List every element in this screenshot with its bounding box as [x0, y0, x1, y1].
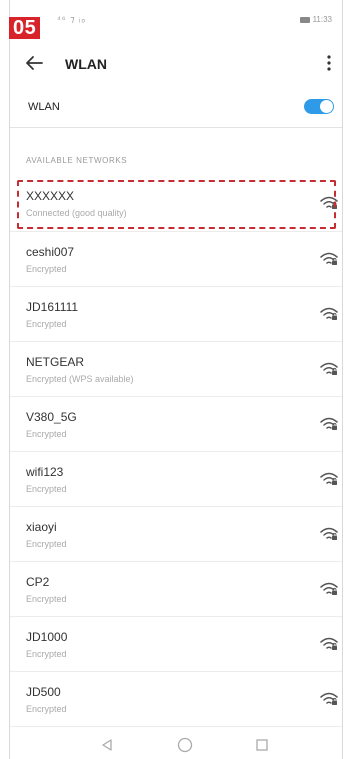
network-name: NETGEAR [26, 355, 85, 369]
network-name: wifi123 [26, 465, 64, 479]
wifi-lock-icon [320, 692, 338, 705]
back-arrow-icon[interactable] [22, 51, 46, 75]
network-item[interactable]: ceshi007 Encrypted [10, 232, 342, 287]
wifi-lock-icon [320, 196, 338, 209]
nav-home-icon[interactable] [176, 736, 194, 754]
network-status: Encrypted [26, 484, 67, 494]
wlan-label: WLAN [28, 101, 60, 113]
app-bar: WLAN [10, 48, 342, 78]
signal-indicators: ⁴⁶ ⁊ ᵢₒ [57, 14, 86, 24]
network-item[interactable]: xiaoyi Encrypted [10, 507, 342, 562]
network-item[interactable]: JD1000 Encrypted [10, 617, 342, 672]
network-name: XXXXXX [26, 189, 75, 203]
network-name: JD500 [26, 685, 61, 699]
network-name: JD161111 [26, 300, 79, 314]
wifi-lock-icon [320, 252, 338, 265]
toggle-knob [320, 100, 333, 113]
network-name: CP2 [26, 575, 50, 589]
wlan-toggle[interactable] [304, 99, 334, 114]
network-name: JD1000 [26, 630, 68, 644]
network-status: Encrypted [26, 594, 67, 604]
network-item[interactable]: wifi123 Encrypted [10, 452, 342, 507]
network-item[interactable]: XXXXXX Connected (good quality) [10, 176, 342, 232]
navigation-bar [10, 728, 342, 759]
wifi-lock-icon [320, 527, 338, 540]
status-right: 11:33 [299, 15, 332, 24]
section-title: AVAILABLE NETWORKS [26, 156, 128, 165]
clock: 11:33 [312, 15, 332, 24]
network-status: Encrypted [26, 264, 67, 274]
wifi-lock-icon [320, 307, 338, 320]
network-item[interactable]: JD161111 Encrypted [10, 287, 342, 342]
network-status: Encrypted [26, 319, 67, 329]
network-name: ceshi007 [26, 245, 75, 259]
nav-recent-icon[interactable] [255, 738, 269, 752]
wlan-toggle-row[interactable]: WLAN [10, 92, 342, 128]
wifi-lock-icon [320, 417, 338, 430]
network-item[interactable]: V380_5G Encrypted [10, 397, 342, 452]
more-vert-icon[interactable] [322, 50, 336, 76]
network-item[interactable]: JD500 Encrypted [10, 672, 342, 727]
battery-icon [299, 16, 310, 23]
status-bar: ⁴⁶ ⁊ ᵢₒ 11:33 [10, 10, 342, 32]
network-status: Connected (good quality) [26, 208, 127, 218]
wifi-lock-icon [320, 637, 338, 650]
wifi-lock-icon [320, 362, 338, 375]
wifi-lock-icon [320, 472, 338, 485]
network-name: V380_5G [26, 410, 77, 424]
network-item[interactable]: CP2 Encrypted [10, 562, 342, 617]
network-status: Encrypted [26, 704, 67, 714]
wifi-lock-icon [320, 582, 338, 595]
network-status: Encrypted (WPS available) [26, 374, 134, 384]
nav-back-icon[interactable] [100, 738, 114, 752]
network-status: Encrypted [26, 429, 67, 439]
network-status: Encrypted [26, 539, 67, 549]
network-list: XXXXXX Connected (good quality) ceshi007 En… [10, 176, 342, 727]
page-title: WLAN [65, 56, 107, 72]
phone-screen: ⁴⁶ ⁊ ᵢₒ 11:33 WLAN WLAN AVAILABLE NETWOR… [9, 0, 343, 759]
network-item[interactable]: NETGEAR Encrypted (WPS available) [10, 342, 342, 397]
network-name: xiaoyi [26, 520, 57, 534]
step-badge: 05 [9, 17, 41, 39]
network-status: Encrypted [26, 649, 67, 659]
